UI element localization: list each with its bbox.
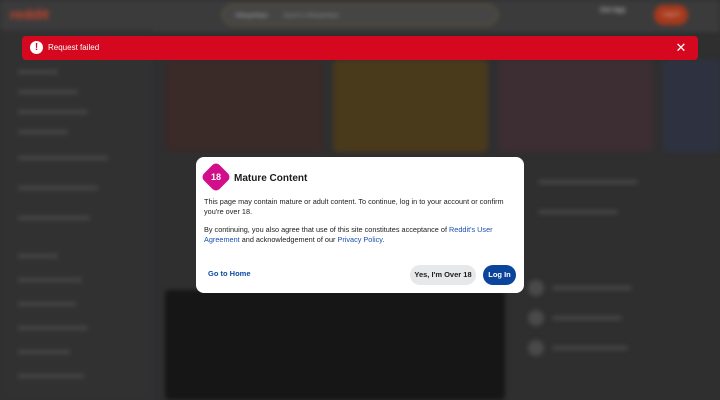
close-icon[interactable]: ✕ [672, 39, 690, 57]
dialog-terms: By continuing, you also agree that use o… [204, 225, 516, 245]
terms-text-suffix: . [382, 235, 385, 244]
privacy-policy-link[interactable]: Privacy Policy [337, 235, 382, 244]
dialog-description: This page may contain mature or adult co… [204, 197, 504, 216]
exclamation-icon: ! [30, 41, 43, 54]
error-toast: ! Request failed ✕ [22, 36, 698, 60]
media-tile [333, 60, 488, 152]
right-panel [518, 160, 658, 400]
mature-content-dialog: 18 Mature Content This page may contain … [196, 157, 524, 293]
terms-text-middle: and acknowledgement of our [239, 235, 338, 244]
left-sidebar [0, 30, 152, 400]
top-header: reddit r/MangaHelper Search in r/MangaHe… [0, 0, 720, 31]
search-scope: r/MangaHelper [235, 13, 269, 19]
go-to-home-button[interactable]: Go to Home [208, 269, 251, 278]
login-button[interactable]: Log In [483, 265, 516, 285]
nsfw-badge-label: 18 [210, 172, 221, 182]
media-tile [663, 60, 720, 152]
dialog-title: Mature Content [234, 173, 308, 184]
video-player [165, 290, 505, 400]
header-login-button: Log In [654, 5, 688, 25]
get-app-button: Get App [600, 7, 626, 14]
search-placeholder: Search in r/MangaHelper [283, 13, 340, 19]
media-tile [165, 60, 323, 152]
toast-message: Request failed [48, 43, 100, 52]
confirm-over-18-button[interactable]: Yes, I'm Over 18 [410, 265, 476, 285]
reddit-logo: reddit [10, 6, 49, 22]
terms-text-prefix: By continuing, you also agree that use o… [204, 225, 449, 234]
search-bar: r/MangaHelper Search in r/MangaHelper [222, 4, 498, 26]
media-tile [498, 60, 653, 152]
